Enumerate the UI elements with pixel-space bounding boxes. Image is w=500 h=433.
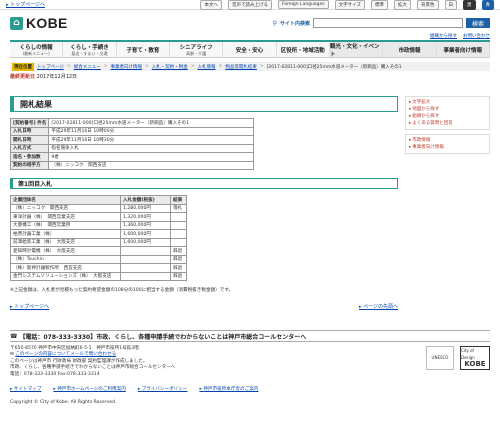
site-footer: ☎ 【電話：078-333-3330】市政、くらし、各種申請手続でわからないこと…: [10, 330, 490, 405]
copyright: Copyright © City of Kobe. All Rights Res…: [10, 400, 117, 406]
bg-color-label: 背景色: [417, 0, 439, 10]
site-logo[interactable]: ⌂ KOBE: [10, 15, 68, 31]
breadcrumb: 現在位置 トップページ > 総合メニュー > 事業者向け情報 > 入札・契約・税金 > …: [10, 62, 490, 71]
breadcrumb-item[interactable]: トップページ: [37, 64, 64, 70]
table-row: （株）阪神計器製作所 西宮支店 辞退: [10, 263, 187, 273]
page-top-link[interactable]: ▸ ページの先頭へ: [359, 303, 398, 310]
foreign-languages-link[interactable]: Foreign Languages: [277, 0, 329, 9]
read-aloud-link[interactable]: 音声で読み上げる: [227, 0, 272, 10]
accessibility-tools: 本文へ 音声で読み上げる Foreign Languages 文字サイズ 標準 …: [200, 0, 494, 10]
main-content: 開札結果 [契約番号] 件名 [2017-02811-000]口径25mm水道メー…: [9, 96, 398, 310]
skip-to-content-link[interactable]: 本文へ: [200, 0, 222, 10]
last-updated: 最終更新日 2017年12月12日: [10, 74, 78, 80]
table-row: 開札日時 平成29年11月16日 10時30分: [9, 135, 255, 145]
sitemap-link[interactable]: ▸ サイトマップ: [10, 386, 41, 392]
table-row: 入札方式 指名競争入札: [9, 143, 255, 153]
privacy-policy-link[interactable]: ▸ プライバシーポリシー: [138, 386, 188, 392]
page-title: 開札結果: [10, 96, 398, 112]
contact-link[interactable]: お問い合わせ: [463, 33, 490, 39]
footer-address: 〒650-8570 神戸市中央区加納町6-5-1 神戸市役所1号館3階 ✉ この…: [10, 346, 490, 378]
table-row: 柏原計器工業（株） 1,600,000円: [10, 229, 187, 239]
table-row: 入札日時 平成29年11月16日 10時00分: [9, 126, 255, 136]
nav-item-ward-office[interactable]: 区役所・地域活動: [277, 42, 330, 57]
logo-text: KOBE: [26, 15, 68, 31]
bg-blue-button[interactable]: 青: [481, 0, 494, 10]
footer-links: ▸ サイトマップ ▸ 神戸市ホームページのご利用案内 ▸ プライバシーポリシー …: [10, 386, 490, 392]
search-icon: ⚲: [272, 19, 277, 27]
nav-item-senior[interactable]: シニアライフ 高齢・介護: [170, 42, 224, 57]
font-standard-button[interactable]: 標準: [371, 0, 388, 10]
current-location-label: 現在位置: [12, 62, 34, 71]
table-row: 東洋計器（株） 関西営業支店 1,320,000円: [10, 212, 187, 222]
mail-inquiry-link[interactable]: このページの内容についてメールで問い合わせる: [15, 352, 116, 357]
table-row: （株）ニッコク 関西支店 1,280,000円 落札: [10, 203, 187, 213]
sidebar-group-info: 市政情報 事業者向け情報: [405, 134, 490, 154]
site-search: ⚲ サイト内検索 検索: [273, 18, 490, 28]
table-row: 金門システムソリューションズ（株） 大阪支店 辞退: [10, 271, 187, 281]
round-heading: 第1回目入札: [10, 178, 398, 189]
kobe-logo-icon: ⌂: [10, 16, 23, 30]
nav-item-procedures[interactable]: くらし・手続き 届出・すまい・交通: [63, 42, 117, 57]
sidebar-item-organization[interactable]: 組織から探す: [409, 113, 486, 120]
table-row: 前澤給装工業（株） 大阪支店 1,600,000円: [10, 237, 187, 247]
header-links: 組織から探す お問い合わせ: [430, 33, 490, 39]
search-label: サイト内検索: [279, 20, 310, 27]
breadcrumb-item[interactable]: 入札・契約・税金: [152, 64, 188, 70]
search-input[interactable]: [313, 18, 463, 28]
nav-item-tourism[interactable]: 観光・文化・イベント: [329, 42, 384, 58]
find-by-organization-link[interactable]: 組織から探す: [430, 33, 457, 39]
call-center-banner: ☎ 【電話：078-333-3330】市政、くらし、各種申請手続でわからないこと…: [10, 330, 490, 342]
sidebar-group-search: 文字拡大 地図から探す 組織から探す よくある質問と回答: [405, 96, 490, 130]
site-guide-link[interactable]: ▸ 神戸市ホームページのご利用案内: [53, 386, 125, 392]
font-size-label: 文字サイズ: [334, 0, 365, 10]
bid-results-table: 企業団体名 入札金額(税抜) 結果 （株）ニッコク 関西支店 1,280,000円…: [10, 195, 187, 281]
sidebar-item-text-zoom[interactable]: 文字拡大: [409, 99, 486, 106]
phone-fax-line: 電話：078-333-3330 Fax:078-333-3314: [10, 371, 100, 377]
table-header-row: 企業団体名 入札金額(税抜) 結果: [10, 195, 187, 205]
sidebar-item-map[interactable]: 地図から探す: [409, 106, 486, 113]
sidebar-item-city-info[interactable]: 市政情報: [409, 137, 486, 144]
breadcrumb-item[interactable]: 物品等開札結果: [225, 64, 257, 70]
mail-icon: ✉: [10, 352, 14, 358]
table-row: 大豊機工（株） 関西営業所 1,360,000円: [10, 220, 187, 230]
phone-icon: ☎: [10, 332, 18, 340]
breadcrumb-item[interactable]: 事業者向け情報: [110, 64, 142, 70]
bg-white-button[interactable]: 白: [444, 0, 457, 10]
amount-note: ※上記金額は、入札者が見積もった契約希望金額の108分の100に相当する金額（消…: [10, 288, 234, 293]
search-button[interactable]: 検索: [466, 18, 490, 28]
breadcrumb-current: [2017-02811-000]口径25mm水道メーター（新銅品）購入その1: [266, 64, 402, 70]
nav-item-living[interactable]: くらしの情報 (最新メニュー): [10, 42, 64, 57]
nav-item-safety[interactable]: 安全・安心: [223, 42, 277, 57]
footer-badges: UNESCO City of Design KOBE: [426, 346, 490, 370]
back-to-top-page-link[interactable]: ▸ トップページへ: [10, 303, 49, 310]
nav-item-childcare[interactable]: 子育て・教育: [117, 42, 170, 57]
table-row: 指名・参加数 9者: [9, 152, 255, 162]
unesco-logo: UNESCO: [426, 346, 454, 370]
font-large-button[interactable]: 拡大: [394, 0, 411, 10]
top-bar: ▸ トップページへ 本文へ 音声で読み上げる Foreign Languages…: [0, 0, 500, 10]
table-row: （株）Tsuchin 辞退: [10, 254, 187, 264]
table-row: [契約番号] 件名 [2017-02811-000]口径25mm水道メーター（新銅…: [9, 118, 255, 128]
top-page-link[interactable]: ▸ トップページへ: [6, 1, 45, 8]
breadcrumb-item[interactable]: 総合メニュー: [74, 64, 101, 70]
nav-item-business[interactable]: 事業者向け情報: [436, 42, 490, 57]
sidebar: 文字拡大 地図から探す 組織から探す よくある質問と回答 市政情報 事業者向け情…: [405, 96, 490, 158]
site-header: ⌂ KOBE ⚲ サイト内検索 検索: [0, 10, 500, 36]
page-navigation: ▸ トップページへ ▸ ページの先頭へ: [10, 303, 398, 310]
table-row: 契約の相手方 （株）ニッコク 関西支店: [9, 160, 255, 170]
nav-item-city-info[interactable]: 市政情報: [383, 42, 437, 57]
global-nav: くらしの情報 (最新メニュー) くらし・手続き 届出・すまい・交通 子育て・教育 シ…: [10, 40, 490, 58]
city-of-design-logo: City of Design KOBE: [460, 346, 490, 370]
sidebar-item-faq[interactable]: よくある質問と回答: [409, 120, 486, 127]
sidebar-item-business-info[interactable]: 事業者向け情報: [409, 144, 486, 151]
city-hall-guide-link[interactable]: ▸ 神戸市役所本庁舎のご案内: [199, 386, 258, 392]
bid-info-table: [契約番号] 件名 [2017-02811-000]口径25mm水道メーター（新銅…: [9, 118, 255, 170]
breadcrumb-item[interactable]: 入札情報: [198, 64, 216, 70]
bg-black-button[interactable]: 黒: [463, 0, 476, 10]
table-row: 愛知時計電機（株） 大阪支店 辞退: [10, 246, 187, 256]
